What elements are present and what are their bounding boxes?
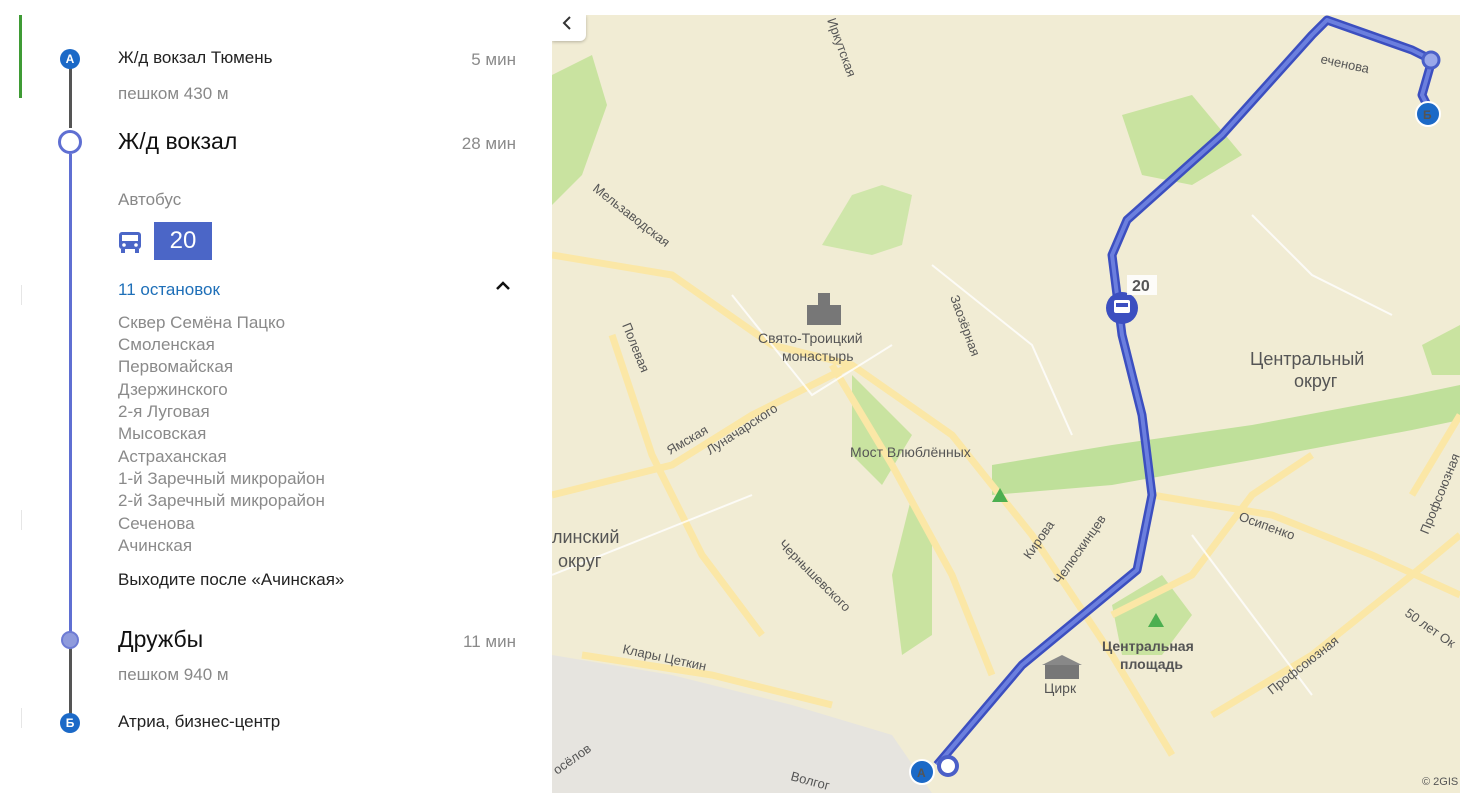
chevron-left-icon [562,16,571,30]
start-walk-time: 5 мин [471,50,516,69]
walk-line [69,66,72,128]
list-item: 2-я Луговая [118,402,210,421]
walk-line [69,648,72,714]
list-item: Сеченова [118,514,195,533]
map-label: Цирк [1044,680,1077,696]
map-label: линский [552,527,619,547]
board-stop-name[interactable]: Ж/д вокзал [118,128,237,155]
route-waypoint [1421,50,1441,70]
map-label: Свято-Троицкий [758,330,863,346]
stops-count-link[interactable]: 11 остановок [118,280,220,300]
map-view[interactable]: Иркутская еченова Мельзаводская Полевая … [552,15,1460,793]
active-indicator [19,15,22,98]
end-map-marker-letter: Б [1423,108,1432,122]
map-label: Центральная [1102,638,1194,654]
end-marker-icon: Б [60,713,80,733]
end-name: Атриа, бизнес-центр [118,712,281,731]
end-marker-letter: Б [65,716,75,730]
start-walk-distance: пешком 430 м [118,84,229,103]
list-item: Смоленская [118,335,215,354]
bus-line [69,154,72,632]
map-canvas[interactable]: Иркутская еченова Мельзаводская Полевая … [552,15,1460,793]
list-item: Первомайская [118,357,234,376]
map-label: округ [1294,371,1338,391]
divider [21,708,22,728]
map-collapse-button[interactable] [552,15,586,41]
map-copyright: © 2GIS [1422,776,1458,788]
bus-number-badge[interactable]: 20 [154,222,212,260]
start-map-marker-letter: А [917,766,926,780]
map-label: округ [558,551,602,571]
list-item: Астраханская [118,447,227,466]
start-marker-icon: А [60,49,80,69]
route-start-ring [937,755,959,777]
alight-stop-name[interactable]: Дружбы [118,626,203,653]
list-item: Ачинская [118,536,193,555]
ride-time: 28 мин [461,134,516,153]
route-panel: А Ж/д вокзал Тюмень 5 мин пешком 430 м Ж… [0,0,552,802]
list-item: 2-й Заречный микрорайон [118,491,325,510]
bus-icon [119,232,141,253]
route-number-label: 20 [1132,278,1150,295]
list-item: Мысовская [118,424,207,443]
start-name: Ж/д вокзал Тюмень [118,48,273,67]
alight-stop-icon [61,631,79,649]
list-item: Сквер Семёна Пацко [118,313,286,332]
map-label: Мост Влюблённых [850,444,971,460]
transport-type: Автобус [118,190,182,209]
map-label: площадь [1120,656,1183,672]
divider [21,285,22,305]
list-item: Дзержинского [118,380,228,399]
board-stop-icon [58,130,82,154]
alight-walk-distance: пешком 940 м [118,665,229,684]
bus-icon-window [1116,303,1128,307]
chevron-up-icon[interactable] [495,280,511,292]
list-item: 1-й Заречный микрорайон [118,469,325,488]
map-label: Центральный [1250,349,1364,369]
divider [21,510,22,530]
map-base [552,15,1460,793]
exit-note: Выходите после «Ачинская» [118,570,345,589]
start-marker-letter: А [65,52,75,66]
alight-walk-time: 11 мин [463,632,516,651]
map-label: монастырь [782,348,853,364]
